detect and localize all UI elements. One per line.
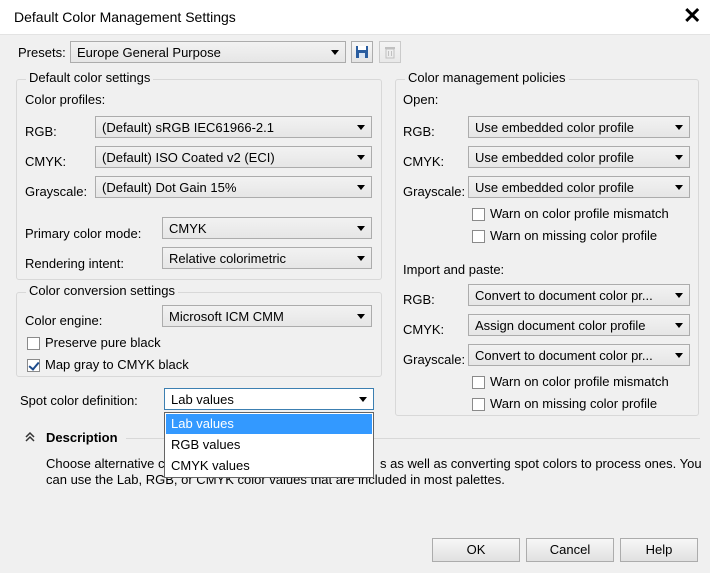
close-icon[interactable]: ✕ <box>683 3 701 29</box>
rgb-profile-label: RGB: <box>25 124 57 139</box>
import-grayscale-label: Grayscale: <box>403 352 466 367</box>
color-conversion-settings-legend: Color conversion settings <box>26 283 178 298</box>
spot-color-definition-dropdown: Lab values RGB values CMYK values <box>164 412 374 478</box>
rendering-intent-value: Relative colorimetric <box>169 251 287 266</box>
import-cmyk-label: CMYK: <box>403 322 445 337</box>
open-rgb-policy-select[interactable]: Use embedded color profile <box>468 116 690 138</box>
chevron-down-icon <box>331 50 339 55</box>
import-cmyk-policy-value: Assign document color profile <box>475 318 646 333</box>
chevron-down-icon <box>357 155 365 160</box>
primary-color-mode-value: CMYK <box>169 221 207 236</box>
chevron-down-icon <box>675 185 683 190</box>
presets-value: Europe General Purpose <box>77 45 221 60</box>
chevron-down-icon <box>357 256 365 261</box>
ok-button[interactable]: OK <box>432 538 520 562</box>
open-rgb-policy-value: Use embedded color profile <box>475 120 634 135</box>
chevron-down-icon <box>357 125 365 130</box>
open-warn-mismatch-label: Warn on color profile mismatch <box>490 206 669 221</box>
import-warn-mismatch-label: Warn on color profile mismatch <box>490 374 669 389</box>
preserve-pure-black-label: Preserve pure black <box>45 335 161 350</box>
default-color-settings-legend: Default color settings <box>26 70 154 85</box>
dropdown-option-lab-values[interactable]: Lab values <box>166 414 372 434</box>
primary-color-mode-label: Primary color mode: <box>25 226 142 241</box>
open-cmyk-label: CMYK: <box>403 154 445 169</box>
import-cmyk-policy-select[interactable]: Assign document color profile <box>468 314 690 336</box>
save-preset-button[interactable] <box>351 41 373 63</box>
open-rgb-label: RGB: <box>403 124 435 139</box>
grayscale-profile-value: (Default) Dot Gain 15% <box>102 180 237 195</box>
cmyk-profile-value: (Default) ISO Coated v2 (ECI) <box>102 150 275 165</box>
dropdown-option-rgb-values[interactable]: RGB values <box>166 435 372 455</box>
color-profiles-label: Color profiles: <box>25 92 106 107</box>
trash-icon <box>385 47 395 59</box>
rendering-intent-label: Rendering intent: <box>25 256 125 271</box>
chevron-down-icon <box>357 226 365 231</box>
color-engine-select[interactable]: Microsoft ICM CMM <box>162 305 372 327</box>
chevron-down-icon <box>675 293 683 298</box>
description-text-line1-end: s as well as converting spot colors to p… <box>380 456 702 471</box>
import-rgb-policy-value: Convert to document color pr... <box>475 288 653 303</box>
chevron-down-icon <box>675 125 683 130</box>
rgb-profile-value: (Default) sRGB IEC61966-2.1 <box>102 120 274 135</box>
cancel-button[interactable]: Cancel <box>526 538 614 562</box>
spot-color-definition-value: Lab values <box>171 392 234 407</box>
open-grayscale-policy-value: Use embedded color profile <box>475 180 634 195</box>
open-label: Open: <box>403 92 439 107</box>
delete-preset-button[interactable] <box>379 41 401 63</box>
chevron-down-icon <box>675 323 683 328</box>
rendering-intent-select[interactable]: Relative colorimetric <box>162 247 372 269</box>
color-management-policies-legend: Color management policies <box>405 70 569 85</box>
grayscale-profile-select[interactable]: (Default) Dot Gain 15% <box>95 176 372 198</box>
import-warn-missing-label: Warn on missing color profile <box>490 396 658 411</box>
help-button[interactable]: Help <box>620 538 698 562</box>
map-gray-to-cmyk-label: Map gray to CMYK black <box>45 357 189 372</box>
chevron-down-icon <box>675 155 683 160</box>
spot-color-definition-label: Spot color definition: <box>20 393 138 408</box>
presets-label: Presets: <box>18 45 66 60</box>
open-cmyk-policy-select[interactable]: Use embedded color profile <box>468 146 690 168</box>
import-rgb-label: RGB: <box>403 292 435 307</box>
chevron-down-icon <box>357 185 365 190</box>
floppy-disk-icon <box>356 46 368 58</box>
chevron-down-icon <box>359 397 367 402</box>
import-and-paste-label: Import and paste: <box>403 262 505 277</box>
open-cmyk-policy-value: Use embedded color profile <box>475 150 634 165</box>
description-heading: Description <box>46 430 118 445</box>
primary-color-mode-select[interactable]: CMYK <box>162 217 372 239</box>
description-toggle[interactable] <box>24 431 36 446</box>
double-chevron-up-icon <box>25 431 35 442</box>
title-bar: Default Color Management Settings ✕ <box>0 0 710 34</box>
open-warn-missing-checkbox[interactable] <box>472 230 485 243</box>
spot-color-definition-select[interactable]: Lab values <box>164 388 374 410</box>
chevron-down-icon <box>357 314 365 319</box>
cmyk-profile-label: CMYK: <box>25 154 67 169</box>
import-grayscale-policy-value: Convert to document color pr... <box>475 348 653 363</box>
import-warn-mismatch-checkbox[interactable] <box>472 376 485 389</box>
import-warn-missing-checkbox[interactable] <box>472 398 485 411</box>
color-engine-label: Color engine: <box>25 313 103 328</box>
open-warn-missing-label: Warn on missing color profile <box>490 228 658 243</box>
import-grayscale-policy-select[interactable]: Convert to document color pr... <box>468 344 690 366</box>
cmyk-profile-select[interactable]: (Default) ISO Coated v2 (ECI) <box>95 146 372 168</box>
import-rgb-policy-select[interactable]: Convert to document color pr... <box>468 284 690 306</box>
map-gray-to-cmyk-checkbox[interactable] <box>27 359 40 372</box>
description-text-line1-start: Choose alternative c <box>46 456 165 471</box>
grayscale-profile-label: Grayscale: <box>25 184 88 199</box>
preserve-pure-black-checkbox[interactable] <box>27 337 40 350</box>
window-title: Default Color Management Settings <box>14 9 236 25</box>
chevron-down-icon <box>675 353 683 358</box>
open-warn-mismatch-checkbox[interactable] <box>472 208 485 221</box>
open-grayscale-label: Grayscale: <box>403 184 466 199</box>
dropdown-option-cmyk-values[interactable]: CMYK values <box>166 456 372 476</box>
color-engine-value: Microsoft ICM CMM <box>169 309 284 324</box>
rgb-profile-select[interactable]: (Default) sRGB IEC61966-2.1 <box>95 116 372 138</box>
open-grayscale-policy-select[interactable]: Use embedded color profile <box>468 176 690 198</box>
presets-select[interactable]: Europe General Purpose <box>70 41 346 63</box>
